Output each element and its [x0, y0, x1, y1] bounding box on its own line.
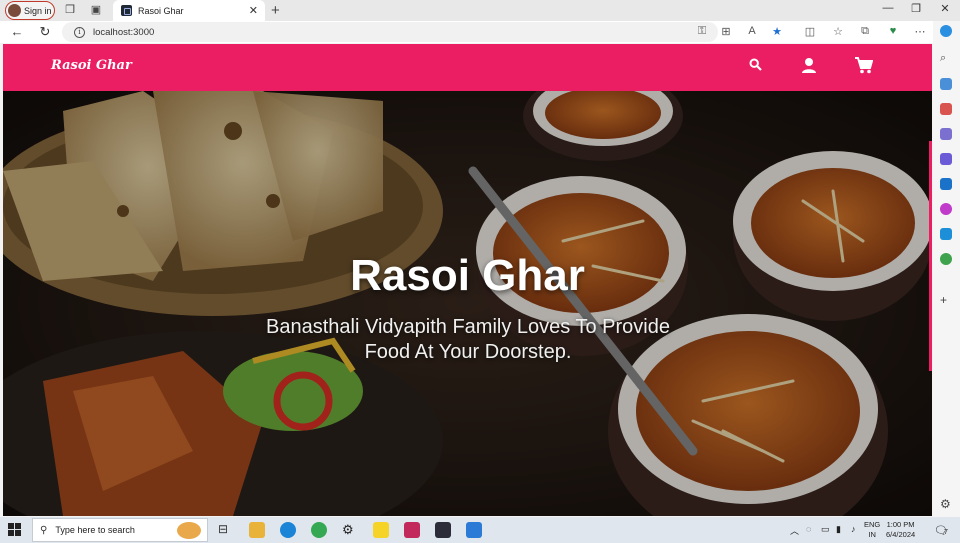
- chrome-icon[interactable]: [311, 522, 327, 538]
- settings-icon[interactable]: ⚙: [342, 522, 358, 538]
- sign-in-button[interactable]: Sign in: [5, 1, 55, 20]
- system-clock[interactable]: 1:00 PM 6/4/2024: [886, 520, 915, 540]
- app-available-icon[interactable]: ⊞: [718, 25, 734, 38]
- add-sidebar-app-icon[interactable]: +: [940, 293, 952, 307]
- terminal-icon[interactable]: [435, 522, 451, 538]
- search-icon[interactable]: [749, 58, 762, 76]
- site-info-icon[interactable]: i: [74, 26, 85, 38]
- browser-tab-strip: Sign in ❒ ▣ Rasoi Ghar ✕ + — ❐ ✕: [0, 0, 960, 21]
- page-scrollbar[interactable]: [929, 141, 932, 371]
- taskbar-search-placeholder: Type here to search: [55, 525, 135, 535]
- tab-rasoi-ghar[interactable]: Rasoi Ghar ✕: [113, 0, 265, 21]
- language-indicator[interactable]: ENG IN: [864, 520, 880, 540]
- tab-title: Rasoi Ghar: [138, 5, 184, 16]
- clock-date: 6/4/2024: [886, 530, 916, 539]
- search-sidebar-icon[interactable]: ⌕: [940, 52, 952, 64]
- taskbar-search-box[interactable]: ⚲ Type here to search: [32, 518, 208, 542]
- web-page: Rasoi Ghar Rasoi Ghar Banasthali Vidyapi…: [3, 44, 932, 516]
- favorite-star-icon[interactable]: ★: [769, 25, 785, 38]
- tools-icon[interactable]: [940, 103, 952, 115]
- hero-title: Rasoi Ghar: [350, 251, 585, 300]
- hero-section: Rasoi Ghar Banasthali Vidyapith Family L…: [3, 91, 932, 516]
- sign-in-label: Sign in: [24, 5, 52, 16]
- collections-icon[interactable]: ⧉: [857, 25, 873, 38]
- favorites-icon[interactable]: ☆: [830, 25, 846, 38]
- profile-avatar-icon: [8, 4, 21, 17]
- more-options-icon[interactable]: ⋯: [912, 25, 928, 38]
- hero-subtitle: Banasthali Vidyapith Family Loves To Pro…: [228, 315, 708, 365]
- microsoft-365-icon[interactable]: [940, 153, 952, 165]
- react-favicon-icon: [121, 5, 132, 16]
- hero-subtitle-line-2: Food At Your Doorstep.: [364, 341, 572, 363]
- task-view-icon[interactable]: ⊟: [218, 522, 234, 538]
- user-account-icon[interactable]: [801, 57, 817, 78]
- browser-essentials-icon[interactable]: ♥: [885, 25, 901, 37]
- tab-actions-icon[interactable]: ▣: [90, 4, 102, 16]
- refresh-icon[interactable]: ↻: [37, 24, 53, 40]
- region-code: IN: [868, 530, 876, 539]
- volume-icon[interactable]: ♪: [851, 524, 856, 534]
- food-background-image: [3, 91, 932, 516]
- show-hidden-icons-icon[interactable]: ︿: [790, 524, 799, 537]
- outlook-icon[interactable]: [940, 178, 952, 190]
- notification-count-badge: 7: [944, 529, 948, 536]
- new-tab-icon[interactable]: +: [271, 2, 280, 19]
- windows-start-icon[interactable]: [8, 523, 22, 537]
- restore-icon[interactable]: ❐: [906, 2, 926, 15]
- copilot-icon[interactable]: [940, 25, 952, 37]
- edge-sidebar: ⌕ + ⚙: [933, 21, 960, 517]
- clock-time: 1:00 PM: [886, 520, 915, 529]
- windows-taskbar: ⚲ Type here to search ⊟ ⚙ ︿ ◌ ▭ ▮ ♪ ENG …: [0, 517, 960, 543]
- edge-taskbar-icon[interactable]: [280, 522, 296, 538]
- hero-subtitle-line-1: Banasthali Vidyapith Family Loves To Pro…: [266, 316, 670, 338]
- language-code: ENG: [864, 520, 881, 529]
- close-window-icon[interactable]: ✕: [935, 2, 955, 15]
- intellij-icon[interactable]: [404, 522, 420, 538]
- address-bar-row: ← ↻ i localhost:3000 ⚿ ⊞ A ★ ◫ ☆ ⧉ ♥ ⋯: [0, 21, 933, 43]
- close-tab-icon[interactable]: ✕: [249, 4, 258, 17]
- vscode-icon[interactable]: [466, 522, 482, 538]
- games-icon[interactable]: [940, 128, 952, 140]
- back-arrow-icon[interactable]: ←: [9, 24, 25, 39]
- telegram-icon[interactable]: [940, 228, 952, 240]
- key-icon[interactable]: ⚿: [694, 25, 710, 38]
- shopping-cart-icon[interactable]: [855, 57, 874, 79]
- search-highlight-image: [177, 522, 201, 539]
- designer-icon[interactable]: [940, 203, 952, 215]
- url-field[interactable]: i localhost:3000: [62, 22, 718, 42]
- battery-icon[interactable]: ▮: [836, 524, 841, 535]
- site-brand-logo[interactable]: Rasoi Ghar: [51, 58, 132, 73]
- split-screen-icon[interactable]: ◫: [802, 25, 818, 38]
- workspaces-icon[interactable]: ❒: [64, 4, 76, 16]
- search-magnifier-icon: ⚲: [40, 524, 48, 536]
- minimize-icon[interactable]: —: [878, 2, 898, 14]
- sidebar-settings-icon[interactable]: ⚙: [940, 497, 952, 511]
- tree-icon[interactable]: [940, 253, 952, 265]
- meet-now-icon[interactable]: ▭: [821, 524, 830, 535]
- site-navbar: Rasoi Ghar: [3, 44, 932, 91]
- read-aloud-icon[interactable]: A: [744, 25, 760, 37]
- file-explorer-icon[interactable]: [249, 522, 265, 538]
- url-text: localhost:3000: [93, 26, 155, 38]
- network-icon[interactable]: ◌: [806, 524, 811, 534]
- sticky-notes-icon[interactable]: [373, 522, 389, 538]
- shopping-icon[interactable]: [940, 78, 952, 90]
